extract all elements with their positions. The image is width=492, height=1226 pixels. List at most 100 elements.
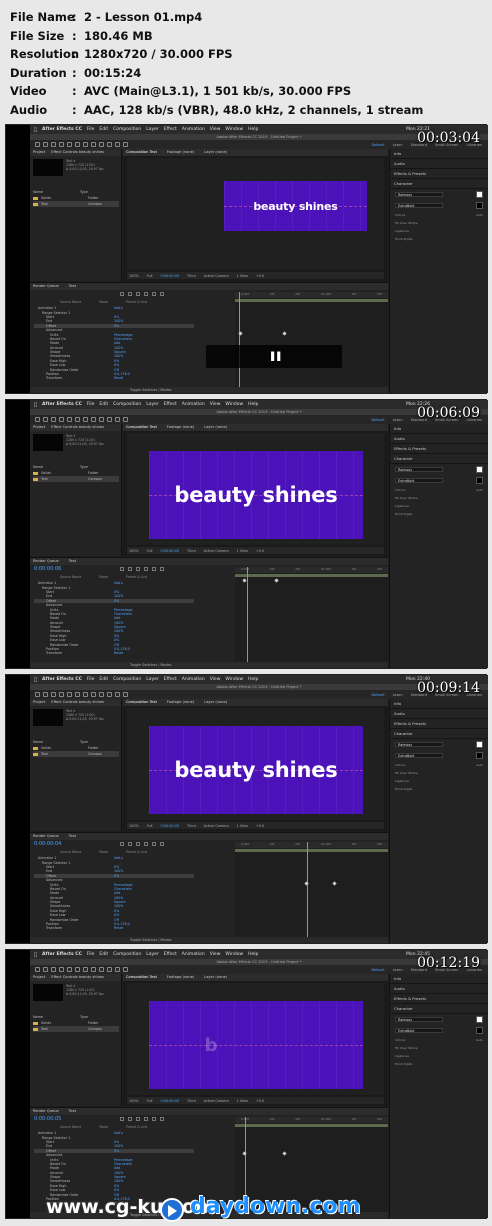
comp-tab[interactable]: Footage (none) (167, 974, 194, 981)
tool-icon[interactable] (43, 967, 48, 972)
menu-item[interactable]: Animation (182, 952, 205, 957)
viewer-control[interactable]: 0:00:00:00 (161, 549, 180, 553)
tool-icon[interactable] (59, 142, 64, 147)
comp-tab[interactable]: Layer (none) (204, 149, 227, 156)
tool-icon[interactable] (35, 692, 40, 697)
property-value[interactable]: 100% (114, 1171, 123, 1175)
property-row[interactable]: Transform Reset (34, 926, 194, 930)
tool-icon[interactable] (43, 417, 48, 422)
tool-icon[interactable] (83, 967, 88, 972)
tool-icon[interactable] (83, 417, 88, 422)
property-value[interactable]: 0% (114, 599, 119, 603)
toggle-switches[interactable]: Toggle Switches / Modes (30, 662, 388, 668)
project-tab[interactable]: Project (33, 149, 45, 156)
property-value[interactable]: Percentage (114, 883, 133, 887)
menu-item[interactable]: Help (248, 127, 258, 132)
property-value[interactable]: Characters (114, 612, 132, 616)
menu-item[interactable]: Window (225, 127, 243, 132)
property-value[interactable]: 0% (114, 913, 119, 917)
timeline-control-icon[interactable] (160, 842, 164, 846)
comp-tab[interactable]: Layer (none) (204, 699, 227, 706)
panel-section[interactable]: Audio (390, 984, 488, 994)
property-value[interactable]: 0% (114, 1184, 119, 1188)
tool-icon[interactable] (83, 692, 88, 697)
timeline-control-icon[interactable] (120, 1117, 124, 1121)
panel-section[interactable]: Audio (390, 434, 488, 444)
viewer-control[interactable]: 100% (129, 549, 139, 553)
viewer-control[interactable]: 0:00:00:00 (161, 1099, 180, 1103)
panel-section[interactable]: Effects & Presets (390, 719, 488, 729)
fill-swatch[interactable] (476, 191, 483, 198)
tool-icon[interactable] (59, 417, 64, 422)
property-value[interactable]: Percentage (114, 333, 133, 337)
panel-section[interactable]: Audio (390, 709, 488, 719)
timeline-control-icon[interactable] (128, 292, 132, 296)
viewer-control[interactable]: Active Camera (204, 824, 229, 828)
timeline-timecode[interactable]: 0:00:00:04 (34, 841, 61, 847)
timeline-control-icon[interactable] (144, 292, 148, 296)
property-row[interactable]: Transform Reset (34, 651, 194, 655)
work-area-bar[interactable] (235, 299, 388, 302)
property-value[interactable]: 0% (114, 638, 119, 642)
tool-icon[interactable] (107, 692, 112, 697)
option-label[interactable]: Ligatures (395, 229, 409, 233)
tool-icon[interactable] (91, 692, 96, 697)
font-family-field[interactable]: Raleway (395, 742, 443, 747)
font-family-field[interactable]: Raleway (395, 192, 443, 197)
comp-tab[interactable]: Footage (none) (167, 424, 194, 431)
project-item[interactable]: Text Compos (33, 476, 119, 482)
tool-icon[interactable] (91, 417, 96, 422)
workspace-tab[interactable]: Learn (393, 143, 403, 147)
tool-icon[interactable] (107, 417, 112, 422)
property-value[interactable]: 0% (114, 1140, 119, 1144)
property-value[interactable]: 0% (114, 359, 119, 363)
workspace-tab[interactable]: Learn (393, 693, 403, 697)
comp-tab[interactable]: Composition Text (126, 424, 157, 431)
viewer-control[interactable]: Full (147, 549, 153, 553)
project-item[interactable]: Text Compos (33, 201, 119, 207)
tracking[interactable]: Auto (476, 488, 483, 492)
property-value[interactable]: 100% (114, 319, 123, 323)
font-size[interactable]: 120 px (395, 1038, 405, 1042)
stroke-mode[interactable]: Fill Over Stroke (395, 771, 418, 775)
tool-icon[interactable] (115, 142, 120, 147)
menu-item[interactable]: Window (225, 402, 243, 407)
menu-item[interactable]: Edit (99, 402, 108, 407)
panel-section[interactable]: Info (390, 424, 488, 434)
font-family-field[interactable]: Raleway (395, 467, 443, 472)
menu-item[interactable]: View (210, 127, 221, 132)
tracking[interactable]: Auto (476, 1038, 483, 1042)
option-label[interactable]: Hindi Digits (395, 1062, 412, 1066)
property-value[interactable]: 100% (114, 904, 123, 908)
viewer-control[interactable]: 100% (129, 1099, 139, 1103)
property-value[interactable]: 100% (114, 629, 123, 633)
property-value[interactable]: Characters (114, 1162, 132, 1166)
timeline-control-icon[interactable] (128, 1117, 132, 1121)
workspace-tab[interactable]: Default (371, 418, 384, 422)
property-value[interactable]: 100% (114, 896, 123, 900)
panel-section[interactable]: Info (390, 149, 488, 159)
option-label[interactable]: Ligatures (395, 779, 409, 783)
timeline-control-icon[interactable] (144, 842, 148, 846)
video-playbar[interactable]: ▐▐ (206, 345, 342, 368)
keyframe-icon[interactable] (238, 331, 243, 336)
viewer-control[interactable]: 0:00:00:00 (161, 274, 180, 278)
panel-section[interactable]: Character (390, 454, 488, 464)
tool-icon[interactable] (123, 692, 128, 697)
property-value[interactable]: 100% (114, 1144, 123, 1148)
timeline-timecode[interactable]: 0:00:00:06 (34, 566, 61, 572)
property-value[interactable]: Off (114, 643, 119, 647)
property-value[interactable]: 0% (114, 315, 119, 319)
property-value[interactable]: 0% (114, 363, 119, 367)
timeline-control-icon[interactable] (152, 1117, 156, 1121)
viewer-control[interactable]: +0.0 (256, 274, 264, 278)
property-value[interactable]: Square (114, 900, 126, 904)
property-value[interactable]: 0% (114, 324, 119, 328)
timeline-control-icon[interactable] (144, 567, 148, 571)
viewer-control[interactable]: Active Camera (204, 274, 229, 278)
keyframe-icon[interactable] (332, 881, 337, 886)
property-value[interactable]: Reset (114, 651, 123, 655)
tool-icon[interactable] (99, 692, 104, 697)
menu-item[interactable]: After Effects CC (42, 952, 82, 957)
menu-item[interactable]: Composition (113, 402, 141, 407)
